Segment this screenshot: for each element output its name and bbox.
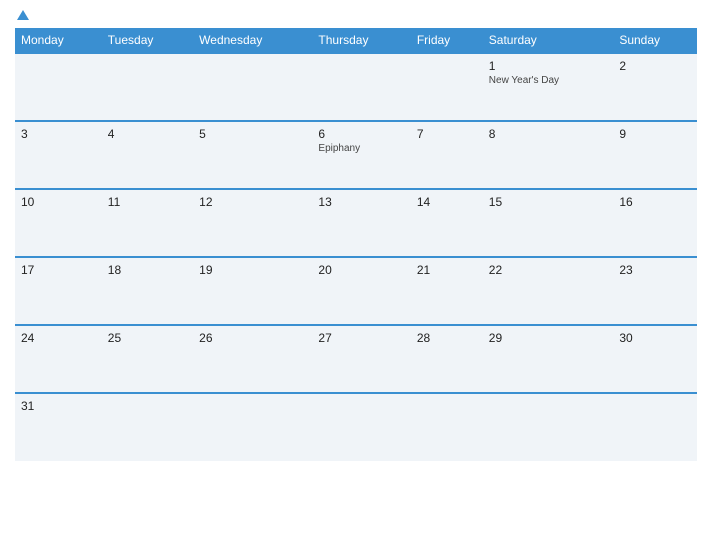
day-header-tuesday: Tuesday bbox=[102, 28, 193, 53]
calendar-cell: 31 bbox=[15, 393, 102, 461]
day-number: 16 bbox=[619, 195, 691, 209]
calendar-cell: 22 bbox=[483, 257, 614, 325]
day-number: 23 bbox=[619, 263, 691, 277]
calendar-cell: 17 bbox=[15, 257, 102, 325]
day-number: 14 bbox=[417, 195, 477, 209]
calendar-cell: 26 bbox=[193, 325, 312, 393]
day-number: 21 bbox=[417, 263, 477, 277]
day-number: 12 bbox=[199, 195, 306, 209]
day-number: 31 bbox=[21, 399, 96, 413]
day-number: 18 bbox=[108, 263, 187, 277]
week-row-1: 1 New Year's Day 2 bbox=[15, 53, 697, 121]
calendar-cell bbox=[102, 53, 193, 121]
calendar-cell: 27 bbox=[312, 325, 410, 393]
calendar-cell: 19 bbox=[193, 257, 312, 325]
calendar-cell bbox=[483, 393, 614, 461]
day-number: 15 bbox=[489, 195, 608, 209]
calendar-cell: 10 bbox=[15, 189, 102, 257]
day-number: 27 bbox=[318, 331, 404, 345]
event-label: Epiphany bbox=[318, 143, 404, 154]
day-number: 26 bbox=[199, 331, 306, 345]
day-header-saturday: Saturday bbox=[483, 28, 614, 53]
day-number: 30 bbox=[619, 331, 691, 345]
calendar-cell: 29 bbox=[483, 325, 614, 393]
day-number: 24 bbox=[21, 331, 96, 345]
week-row-2: 3456 Epiphany 789 bbox=[15, 121, 697, 189]
day-number: 19 bbox=[199, 263, 306, 277]
week-row-6: 31 bbox=[15, 393, 697, 461]
day-header-friday: Friday bbox=[411, 28, 483, 53]
day-number: 1 bbox=[489, 59, 608, 73]
calendar-cell: 12 bbox=[193, 189, 312, 257]
event-label: New Year's Day bbox=[489, 75, 608, 86]
day-number: 11 bbox=[108, 195, 187, 209]
day-number: 9 bbox=[619, 127, 691, 141]
calendar-cell bbox=[15, 53, 102, 121]
day-number: 25 bbox=[108, 331, 187, 345]
calendar-cell: 1 New Year's Day bbox=[483, 53, 614, 121]
calendar-cell: 21 bbox=[411, 257, 483, 325]
calendar-cell: 2 bbox=[613, 53, 697, 121]
calendar-cell bbox=[411, 393, 483, 461]
day-number: 5 bbox=[199, 127, 306, 141]
day-number: 7 bbox=[417, 127, 477, 141]
calendar-cell: 8 bbox=[483, 121, 614, 189]
calendar-cell: 28 bbox=[411, 325, 483, 393]
calendar-container: MondayTuesdayWednesdayThursdayFridaySatu… bbox=[0, 0, 712, 550]
calendar-cell: 3 bbox=[15, 121, 102, 189]
calendar-cell: 11 bbox=[102, 189, 193, 257]
day-header-monday: Monday bbox=[15, 28, 102, 53]
calendar-cell: 5 bbox=[193, 121, 312, 189]
logo bbox=[15, 10, 29, 20]
calendar-cell: 4 bbox=[102, 121, 193, 189]
day-header-thursday: Thursday bbox=[312, 28, 410, 53]
day-number: 3 bbox=[21, 127, 96, 141]
calendar-cell: 24 bbox=[15, 325, 102, 393]
calendar-cell: 7 bbox=[411, 121, 483, 189]
calendar-cell bbox=[613, 393, 697, 461]
week-row-3: 10 11 12 13 14 15 16 bbox=[15, 189, 697, 257]
calendar-cell: 25 bbox=[102, 325, 193, 393]
calendar-cell: 15 bbox=[483, 189, 614, 257]
calendar-cell: 30 bbox=[613, 325, 697, 393]
calendar-cell: 23 bbox=[613, 257, 697, 325]
day-number: 13 bbox=[318, 195, 404, 209]
calendar-cell: 13 bbox=[312, 189, 410, 257]
calendar-cell: 9 bbox=[613, 121, 697, 189]
calendar-cell bbox=[312, 53, 410, 121]
day-number: 8 bbox=[489, 127, 608, 141]
days-header-row: MondayTuesdayWednesdayThursdayFridaySatu… bbox=[15, 28, 697, 53]
day-number: 6 bbox=[318, 127, 404, 141]
week-row-5: 24 25 26 27 28 29 30 bbox=[15, 325, 697, 393]
calendar-header bbox=[15, 10, 697, 20]
day-number: 22 bbox=[489, 263, 608, 277]
day-number: 29 bbox=[489, 331, 608, 345]
calendar-cell bbox=[193, 393, 312, 461]
day-number: 10 bbox=[21, 195, 96, 209]
day-number: 20 bbox=[318, 263, 404, 277]
calendar-cell bbox=[193, 53, 312, 121]
calendar-cell: 18 bbox=[102, 257, 193, 325]
calendar-cell: 6 Epiphany bbox=[312, 121, 410, 189]
day-number: 17 bbox=[21, 263, 96, 277]
logo-triangle-icon bbox=[17, 10, 29, 20]
day-header-sunday: Sunday bbox=[613, 28, 697, 53]
week-row-4: 17 18 19 20 21 22 23 bbox=[15, 257, 697, 325]
calendar-cell bbox=[312, 393, 410, 461]
calendar-cell bbox=[102, 393, 193, 461]
day-number: 2 bbox=[619, 59, 691, 73]
calendar-grid: MondayTuesdayWednesdayThursdayFridaySatu… bbox=[15, 28, 697, 461]
calendar-cell bbox=[411, 53, 483, 121]
day-number: 4 bbox=[108, 127, 187, 141]
day-number: 28 bbox=[417, 331, 477, 345]
calendar-cell: 16 bbox=[613, 189, 697, 257]
calendar-cell: 14 bbox=[411, 189, 483, 257]
calendar-cell: 20 bbox=[312, 257, 410, 325]
day-header-wednesday: Wednesday bbox=[193, 28, 312, 53]
